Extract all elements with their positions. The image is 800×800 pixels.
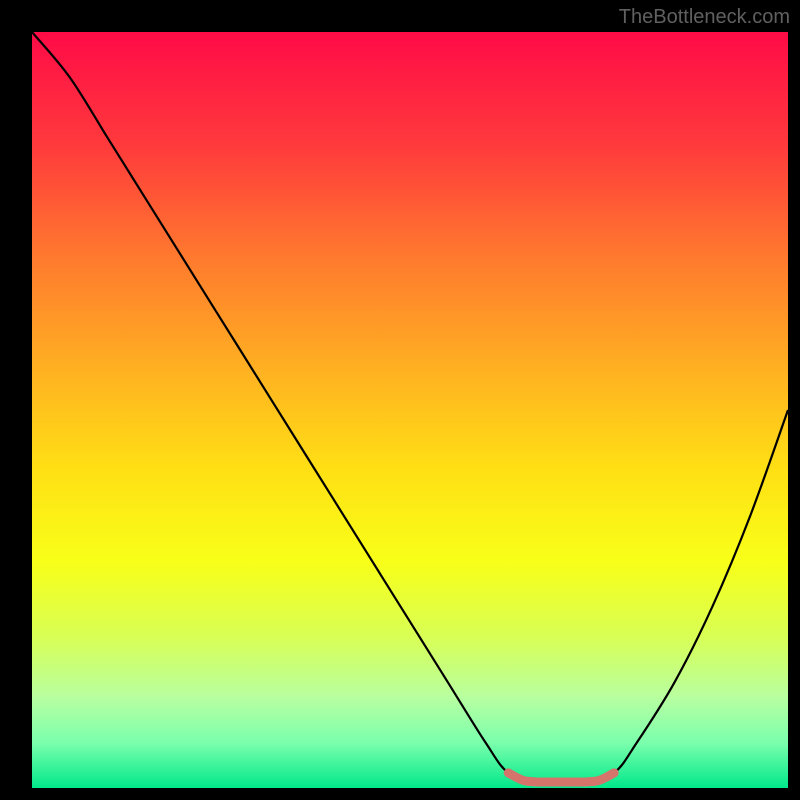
plot-area: [32, 32, 788, 788]
optimal-band-curve: [508, 773, 614, 782]
watermark-text: TheBottleneck.com: [619, 6, 790, 29]
curve-layer: [32, 32, 788, 788]
bottleneck-curve: [32, 32, 788, 785]
